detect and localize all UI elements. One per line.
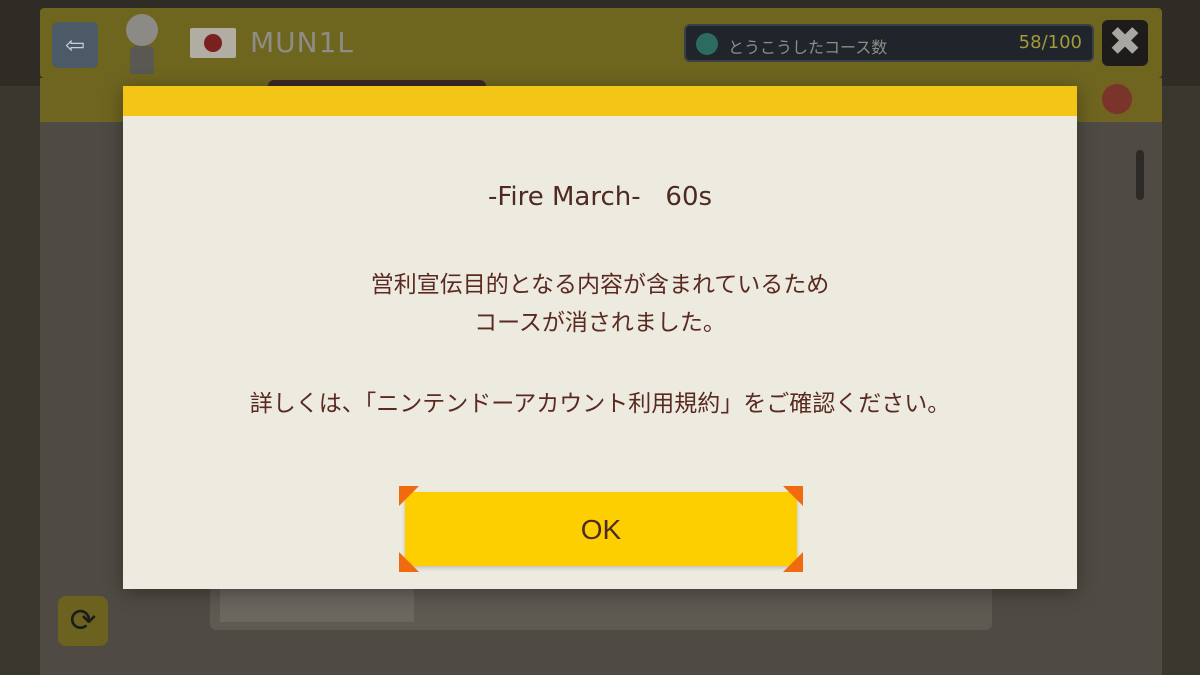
corner-accent (399, 552, 419, 572)
avatar (122, 14, 162, 76)
uploaded-courses-stat: とうこうしたコース数 58/100 (684, 24, 1094, 62)
corner-accent (783, 552, 803, 572)
location-pin-icon[interactable] (1102, 84, 1132, 114)
japan-flag-icon (190, 28, 236, 58)
close-button[interactable]: ✖ (1102, 20, 1148, 66)
globe-icon (696, 33, 718, 55)
terms-reference-text: 詳しくは、「ニンテンドーアカウント利用規約」をご確認ください。 (249, 391, 951, 417)
ok-button-label: OK (580, 514, 622, 545)
back-arrow-icon: ⇦ (64, 31, 86, 59)
stat-label: とうこうしたコース数 (728, 38, 888, 57)
username: MUN1L (250, 26, 355, 59)
refresh-button[interactable]: ⟳ (58, 596, 108, 646)
message-line-1: 営利宣伝目的となる内容が含まれているため (370, 272, 830, 298)
ok-button[interactable]: OK (399, 486, 803, 572)
back-button[interactable]: ⇦ (52, 22, 98, 68)
course-title: -Fire March- 60s (487, 182, 713, 212)
course-removed-dialog: -Fire March- 60s 営利宣伝目的となる内容が含まれているため コー… (123, 86, 1077, 589)
removal-message: 営利宣伝目的となる内容が含まれているため コースが消されました。 (123, 266, 1077, 342)
message-line-2: コースが消されました。 (474, 310, 726, 336)
stat-count: 58/100 (1018, 32, 1082, 53)
scrollbar[interactable] (1136, 150, 1144, 200)
dialog-header-stripe (123, 86, 1077, 116)
corner-accent (783, 486, 803, 506)
corner-accent (399, 486, 419, 506)
